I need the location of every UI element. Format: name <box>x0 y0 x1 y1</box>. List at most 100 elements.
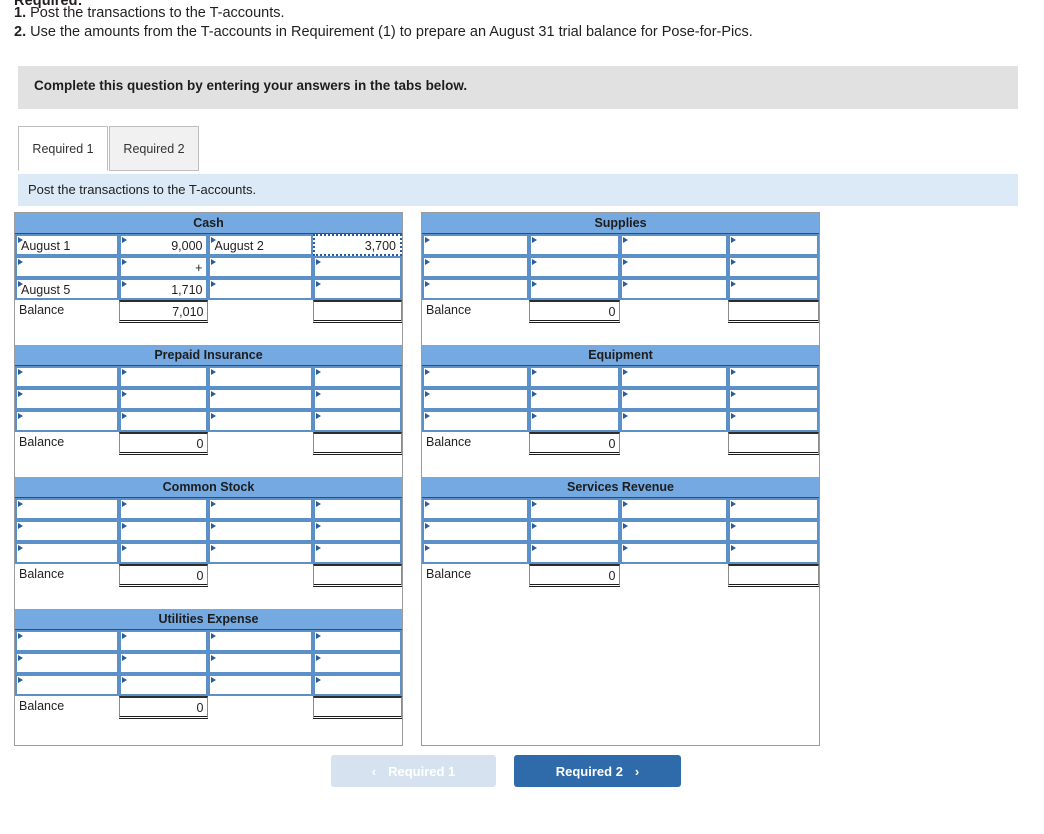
taccount-cell-left-3-r2-c2[interactable] <box>208 674 313 696</box>
taccount-cell-right-0-r2-c1[interactable] <box>529 278 621 300</box>
taccount-cell-left-1-r1-c3[interactable] <box>312 388 402 410</box>
taccount-cell-left-1-r1-c0[interactable] <box>15 388 120 410</box>
taccount-cell-left-1-r0-c2[interactable] <box>208 366 313 388</box>
taccount-cell-right-2-r1-c0[interactable] <box>422 520 530 542</box>
taccount-cell-left-2-r0-c1[interactable] <box>119 498 209 520</box>
taccount-cell-left-0-r0-c2[interactable]: August 2 <box>208 234 313 256</box>
taccount-cell-left-3-r1-c1[interactable] <box>119 652 209 674</box>
cell-marker-icon <box>211 391 217 397</box>
tab-required-1[interactable]: Required 1 <box>18 126 108 171</box>
taccount-cell-right-0-r0-c3[interactable] <box>727 234 819 256</box>
taccount-cell-left-3-r0-c0[interactable] <box>15 630 120 652</box>
taccount-cell-left-2-r0-c0[interactable] <box>15 498 120 520</box>
taccount-cell-right-1-r1-c1[interactable] <box>529 388 621 410</box>
taccount-cell-left-2-r1-c1[interactable] <box>119 520 209 542</box>
taccount-cell-left-1-r1-c1[interactable] <box>119 388 209 410</box>
taccount-cell-left-0-r1-c1[interactable]: + <box>119 256 209 278</box>
taccount-cell-right-2-r2-c0[interactable] <box>422 542 530 564</box>
taccount-cell-right-2-r2-c3[interactable] <box>727 542 819 564</box>
balance-credit-label-right-1 <box>620 432 728 455</box>
taccount-cell-left-2-r1-c0[interactable] <box>15 520 120 542</box>
tab-required-2[interactable]: Required 2 <box>109 126 199 171</box>
cell-marker-icon <box>122 369 128 375</box>
taccount-cell-left-2-r2-c2[interactable] <box>208 542 313 564</box>
taccount-entry-row <box>15 630 402 652</box>
taccount-cell-right-1-r0-c0[interactable] <box>422 366 530 388</box>
cell-marker-icon <box>315 413 321 419</box>
taccount-cell-left-0-r2-c1[interactable]: 1,710 <box>119 278 209 300</box>
taccount-cell-right-0-r0-c1[interactable] <box>529 234 621 256</box>
taccount-cell-left-0-r1-c0[interactable] <box>15 256 120 278</box>
taccount-cell-left-0-r1-c3[interactable] <box>312 256 402 278</box>
cell-marker-icon <box>211 655 217 661</box>
taccount-cell-right-2-r1-c3[interactable] <box>727 520 819 542</box>
taccount-cell-right-0-r2-c3[interactable] <box>727 278 819 300</box>
taccount-entry-row <box>15 388 402 410</box>
taccount-cell-left-2-r1-c2[interactable] <box>208 520 313 542</box>
taccount-cell-right-1-r2-c3[interactable] <box>727 410 819 432</box>
taccount-cell-right-2-r0-c2[interactable] <box>620 498 728 520</box>
taccount-cell-left-1-r2-c0[interactable] <box>15 410 120 432</box>
taccount-cell-left-0-r0-c3[interactable]: 3,700 <box>312 234 402 256</box>
taccount-cell-left-0-r0-c0[interactable]: August 1 <box>15 234 120 256</box>
taccount-cell-left-0-r0-c1[interactable]: 9,000 <box>119 234 209 256</box>
taccount-cell-right-1-r1-c2[interactable] <box>620 388 728 410</box>
taccount-cell-left-3-r2-c3[interactable] <box>312 674 402 696</box>
next-required-2-button[interactable]: Required 2 › <box>514 755 681 787</box>
taccount-cell-left-0-r2-c3[interactable] <box>312 278 402 300</box>
taccount-cell-right-2-r2-c1[interactable] <box>529 542 621 564</box>
taccount-cell-left-1-r2-c2[interactable] <box>208 410 313 432</box>
taccount-title: Prepaid Insurance <box>15 345 402 366</box>
taccount-cell-left-2-r2-c1[interactable] <box>119 542 209 564</box>
taccount-cell-left-2-r2-c3[interactable] <box>312 542 402 564</box>
taccount-cell-right-2-r0-c0[interactable] <box>422 498 530 520</box>
taccount-cell-left-2-r1-c3[interactable] <box>312 520 402 542</box>
taccount-cell-left-1-r1-c2[interactable] <box>208 388 313 410</box>
taccount-cell-left-3-r0-c2[interactable] <box>208 630 313 652</box>
taccount-cell-left-1-r2-c3[interactable] <box>312 410 402 432</box>
taccount-cell-left-3-r1-c0[interactable] <box>15 652 120 674</box>
taccount-cell-right-0-r0-c0[interactable] <box>422 234 530 256</box>
taccount-cell-left-3-r0-c3[interactable] <box>312 630 402 652</box>
taccount-cell-left-3-r1-c3[interactable] <box>312 652 402 674</box>
taccount-cell-right-1-r0-c3[interactable] <box>727 366 819 388</box>
taccount-cell-right-2-r0-c1[interactable] <box>529 498 621 520</box>
taccount-cell-right-1-r1-c3[interactable] <box>727 388 819 410</box>
taccount-cell-right-2-r2-c2[interactable] <box>620 542 728 564</box>
taccount-cell-right-0-r2-c2[interactable] <box>620 278 728 300</box>
taccount-cell-right-2-r1-c2[interactable] <box>620 520 728 542</box>
taccount-cell-left-1-r0-c0[interactable] <box>15 366 120 388</box>
taccount-cell-right-1-r2-c1[interactable] <box>529 410 621 432</box>
taccount-cell-right-1-r2-c2[interactable] <box>620 410 728 432</box>
taccount-cell-left-3-r2-c1[interactable] <box>119 674 209 696</box>
taccount-cell-left-1-r0-c3[interactable] <box>312 366 402 388</box>
taccount-cell-left-0-r2-c2[interactable] <box>208 278 313 300</box>
taccount-cell-right-1-r0-c2[interactable] <box>620 366 728 388</box>
taccount-cell-right-0-r1-c2[interactable] <box>620 256 728 278</box>
taccount-cell-right-1-r2-c0[interactable] <box>422 410 530 432</box>
taccount-cell-right-2-r0-c3[interactable] <box>727 498 819 520</box>
balance-credit-left-0 <box>312 300 402 323</box>
taccount-cell-left-3-r1-c2[interactable] <box>208 652 313 674</box>
taccount-cell-left-1-r0-c1[interactable] <box>119 366 209 388</box>
cell-marker-icon <box>730 501 736 507</box>
taccount-cell-right-1-r0-c1[interactable] <box>529 366 621 388</box>
taccount-cell-right-1-r1-c0[interactable] <box>422 388 530 410</box>
prev-required-1-button[interactable]: ‹ Required 1 <box>331 755 496 787</box>
taccount-grid: Balance 0 <box>15 498 402 587</box>
taccount-cell-left-2-r0-c2[interactable] <box>208 498 313 520</box>
taccount-cell-left-2-r0-c3[interactable] <box>312 498 402 520</box>
taccount-cell-left-3-r0-c1[interactable] <box>119 630 209 652</box>
taccount-cell-right-0-r0-c2[interactable] <box>620 234 728 256</box>
taccount-cell-right-0-r2-c0[interactable] <box>422 278 530 300</box>
taccount-cell-left-3-r2-c0[interactable] <box>15 674 120 696</box>
taccount-cell-right-0-r1-c0[interactable] <box>422 256 530 278</box>
taccount-cell-right-2-r1-c1[interactable] <box>529 520 621 542</box>
taccount-cell-left-1-r2-c1[interactable] <box>119 410 209 432</box>
taccount-cell-right-0-r1-c1[interactable] <box>529 256 621 278</box>
taccount-cell-left-0-r2-c0[interactable]: August 5 <box>15 278 120 300</box>
taccount-cell-left-2-r2-c0[interactable] <box>15 542 120 564</box>
cell-marker-icon <box>211 523 217 529</box>
taccount-cell-left-0-r1-c2[interactable] <box>208 256 313 278</box>
taccount-cell-right-0-r1-c3[interactable] <box>727 256 819 278</box>
